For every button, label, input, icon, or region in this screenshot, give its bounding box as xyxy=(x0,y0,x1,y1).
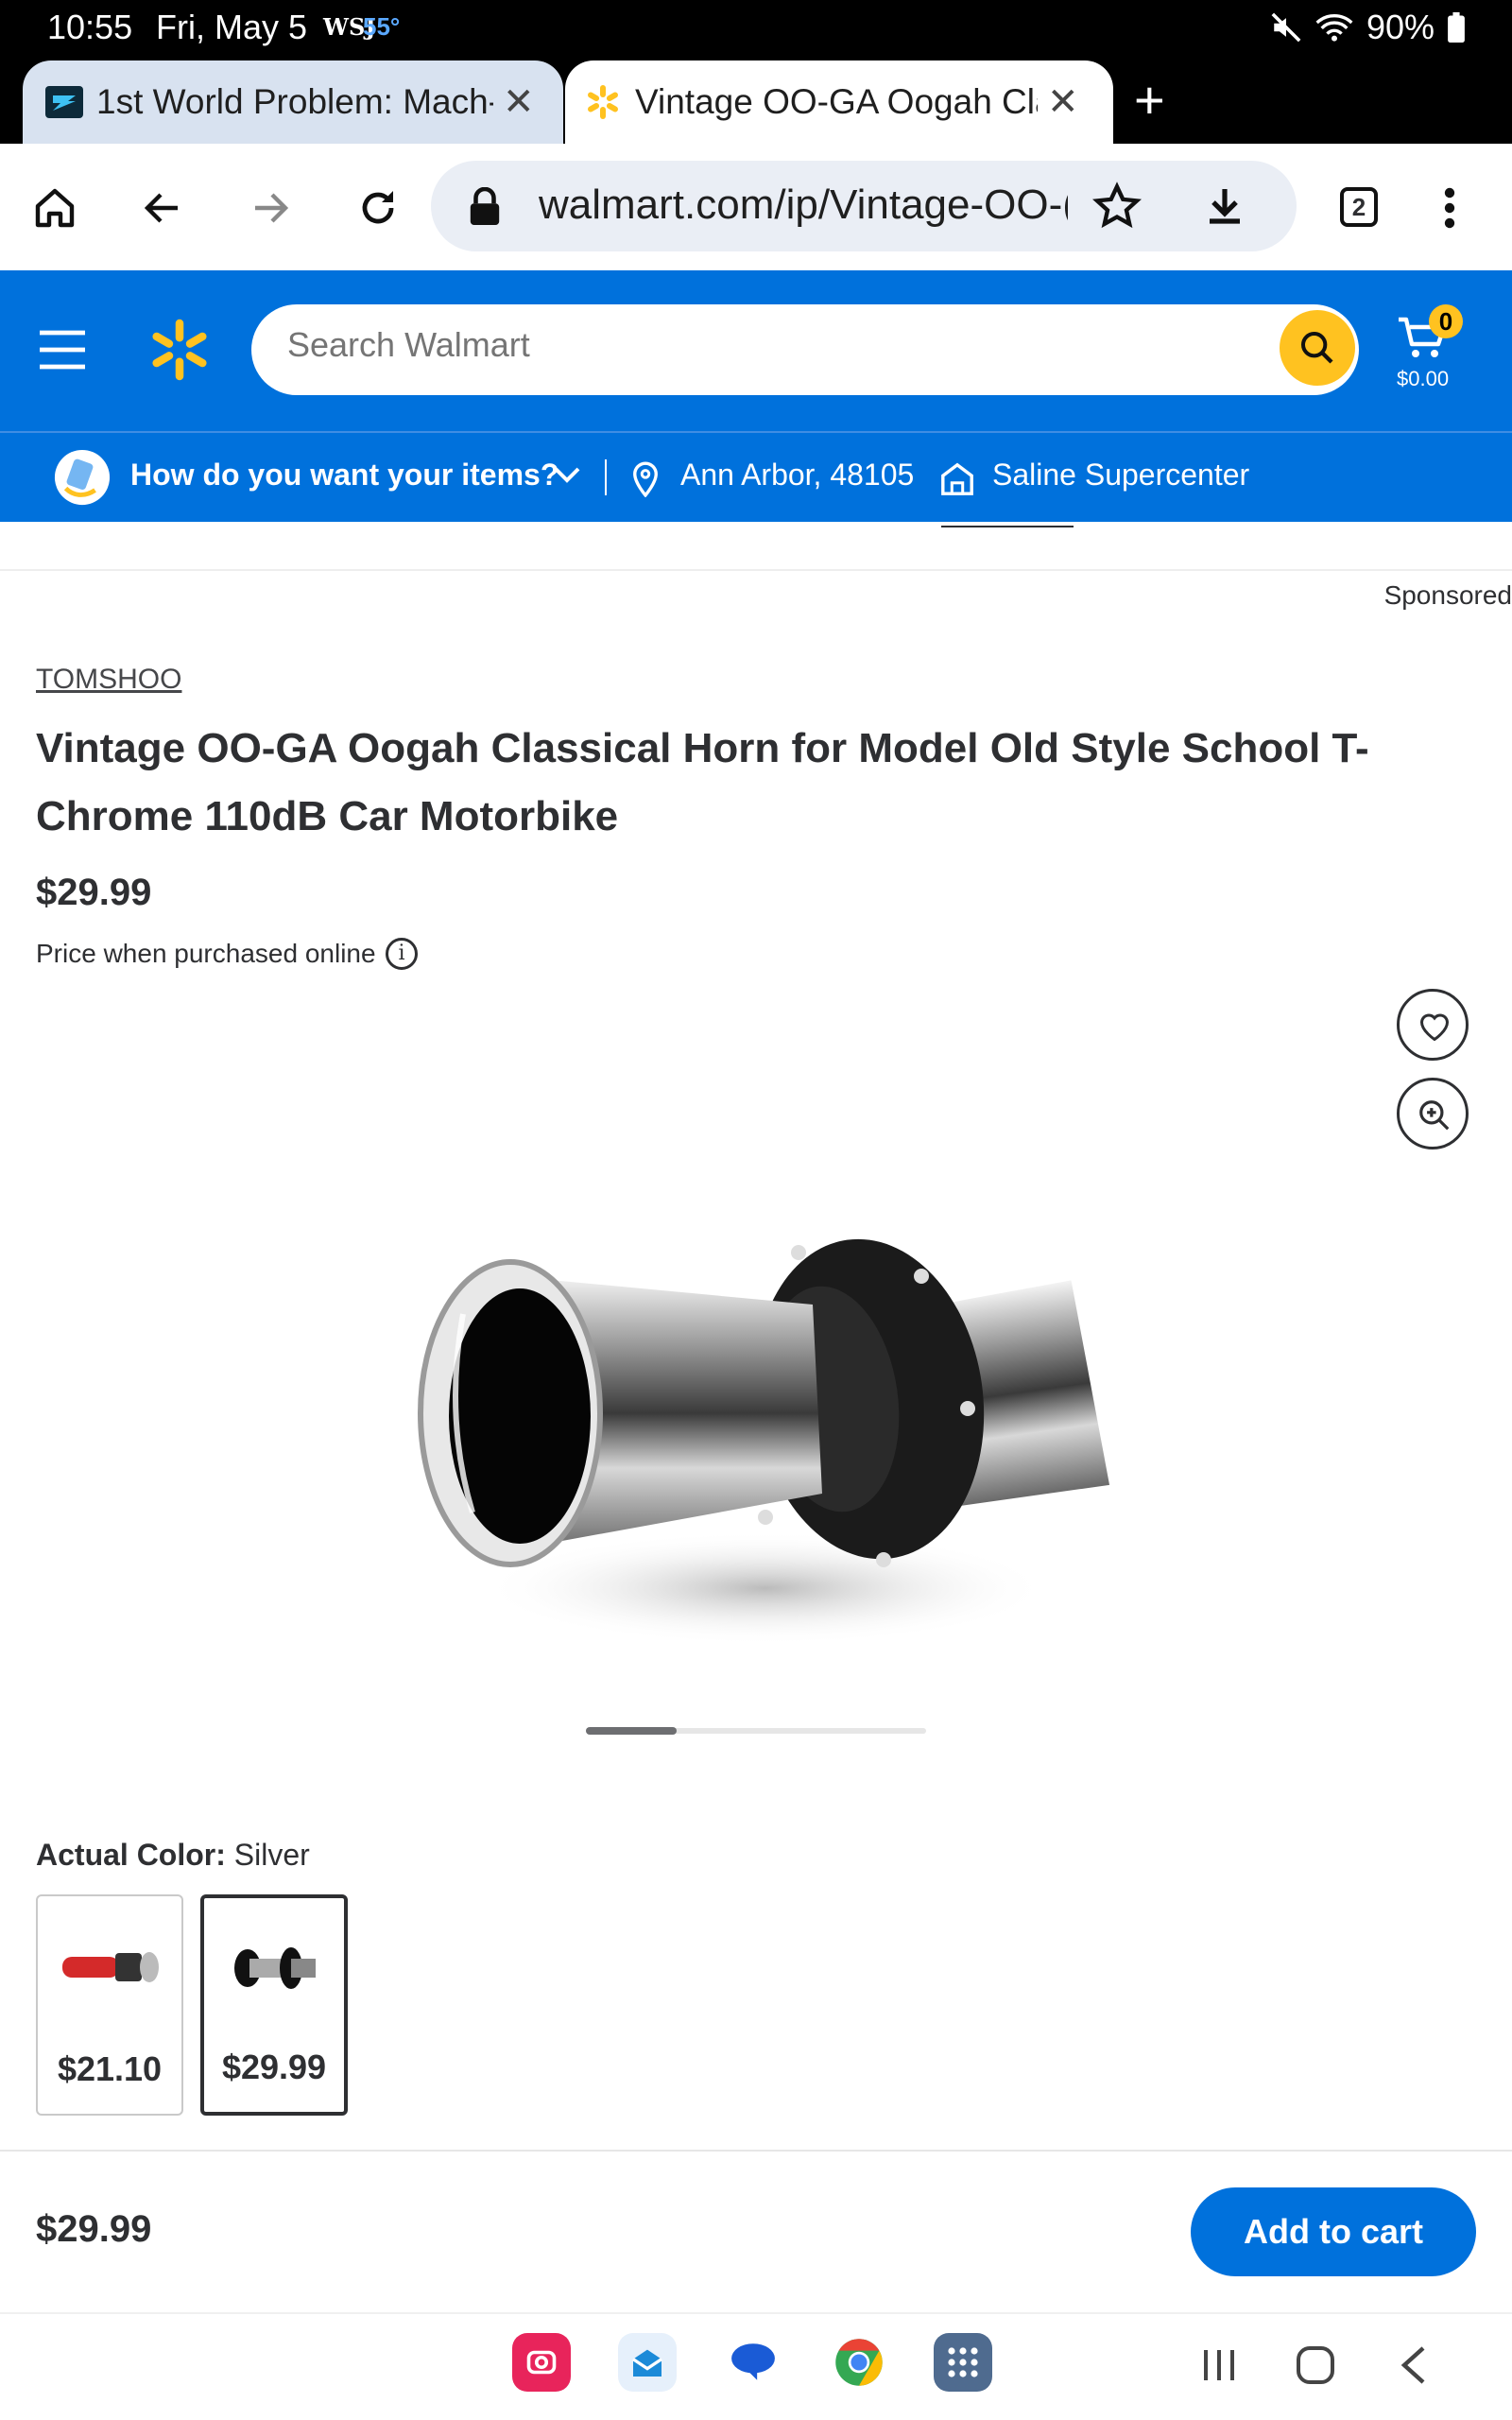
close-tab-icon[interactable]: ✕ xyxy=(503,80,535,124)
location-pin-icon xyxy=(633,461,658,497)
chrome-app-icon[interactable] xyxy=(830,2333,888,2392)
close-tab-icon[interactable]: ✕ xyxy=(1047,80,1079,124)
forward-icon[interactable] xyxy=(248,185,293,231)
price-note: Price when purchased online xyxy=(36,939,376,968)
nav-strip xyxy=(0,522,1512,571)
product-title: Vintage OO-GA Oogah Classical Horn for M… xyxy=(36,725,1369,839)
cart-total: $0.00 xyxy=(1397,367,1450,390)
sticky-price: $29.99 xyxy=(36,2208,152,2250)
chevron-down-icon[interactable] xyxy=(552,463,582,486)
overflow-menu-icon[interactable] xyxy=(1438,185,1461,231)
swatch-price: $21.10 xyxy=(57,2049,163,2088)
tab-title: 1st World Problem: Mach-I xyxy=(96,82,493,121)
search-icon xyxy=(1301,332,1333,364)
color-selector-label: Actual Color: Silver xyxy=(36,1838,310,1873)
swatch-silver-selected[interactable]: $29.99 xyxy=(200,1894,348,2116)
battery-percent: 90% xyxy=(1366,8,1435,46)
search-input[interactable] xyxy=(287,325,1138,365)
tab-vintage-horn[interactable]: Vintage OO-GA Oogah Cla ✕ xyxy=(565,60,1113,144)
store-name[interactable]: Saline Supercenter xyxy=(992,458,1249,493)
status-time: 10:55 xyxy=(47,8,133,46)
location-zip[interactable]: Ann Arbor, 48105 xyxy=(680,458,914,493)
mute-icon xyxy=(1271,12,1301,43)
swatch-silver-thumbnail xyxy=(234,1947,316,1989)
hamburger-menu-icon[interactable] xyxy=(36,325,89,374)
brand-link[interactable]: TOMSHOO xyxy=(36,664,181,696)
add-to-cart-button[interactable]: Add to cart xyxy=(1191,2187,1476,2276)
status-indicators: 90% xyxy=(1270,8,1465,47)
search-bar[interactable] xyxy=(251,304,1359,395)
new-tab-button[interactable]: + xyxy=(1134,72,1165,129)
messages-app-icon[interactable] xyxy=(724,2333,782,2392)
swatch-red[interactable]: $21.10 xyxy=(36,1894,183,2116)
swatch-red-thumbnail xyxy=(62,1952,159,1982)
bookmark-star-icon[interactable] xyxy=(1092,182,1142,231)
download-icon[interactable] xyxy=(1202,183,1247,229)
url-text[interactable]: walmart.com/ip/Vintage-OO-( xyxy=(539,182,1068,229)
back-icon[interactable] xyxy=(140,185,185,231)
wifi-icon xyxy=(1315,14,1353,42)
sponsored-label: Sponsored xyxy=(1383,580,1512,610)
app-drawer-icon[interactable] xyxy=(934,2333,992,2392)
store-icon xyxy=(941,462,973,495)
walmart-spark-favicon-icon xyxy=(588,85,618,119)
delivery-intent-icon xyxy=(54,449,111,506)
swatch-price: $29.99 xyxy=(221,2048,327,2086)
product-image[interactable] xyxy=(369,1059,1143,1720)
home-button-icon[interactable] xyxy=(1295,2344,1336,2386)
color-value: Silver xyxy=(233,1838,310,1872)
tab-title: Vintage OO-GA Oogah Cla xyxy=(635,82,1038,121)
divider xyxy=(605,459,607,495)
reload-icon[interactable] xyxy=(355,185,401,231)
color-label: Actual Color: xyxy=(36,1838,226,1872)
email-app-icon[interactable] xyxy=(618,2333,677,2392)
zoom-image-button[interactable] xyxy=(1397,1078,1469,1150)
cart-count-badge: 0 xyxy=(1429,304,1463,338)
home-icon[interactable] xyxy=(32,185,77,231)
tab-1st-world-problem[interactable]: 1st World Problem: Mach-I ✕ xyxy=(23,60,563,144)
status-date: Fri, May 5 xyxy=(156,8,308,46)
delivery-prompt[interactable]: How do you want your items? xyxy=(130,458,558,493)
battery-icon xyxy=(1448,12,1465,43)
lock-icon xyxy=(470,187,500,225)
add-to-favorites-button[interactable] xyxy=(1397,989,1469,1061)
heart-icon xyxy=(1419,1013,1450,1042)
product-price: $29.99 xyxy=(36,872,152,913)
weather-temp: 55° xyxy=(363,12,401,41)
image-carousel-indicator[interactable] xyxy=(586,1727,677,1735)
walmart-spark-logo-icon[interactable] xyxy=(147,318,212,382)
instagram-app-icon[interactable] xyxy=(512,2333,571,2392)
recent-apps-icon[interactable] xyxy=(1198,2346,1240,2384)
tab-switcher-button[interactable]: 2 xyxy=(1340,187,1378,227)
info-icon[interactable]: i xyxy=(386,938,418,970)
back-button-icon[interactable] xyxy=(1397,2344,1431,2386)
zoom-in-icon xyxy=(1419,1100,1450,1131)
site-favicon-icon xyxy=(45,86,83,118)
search-button[interactable] xyxy=(1280,310,1355,386)
